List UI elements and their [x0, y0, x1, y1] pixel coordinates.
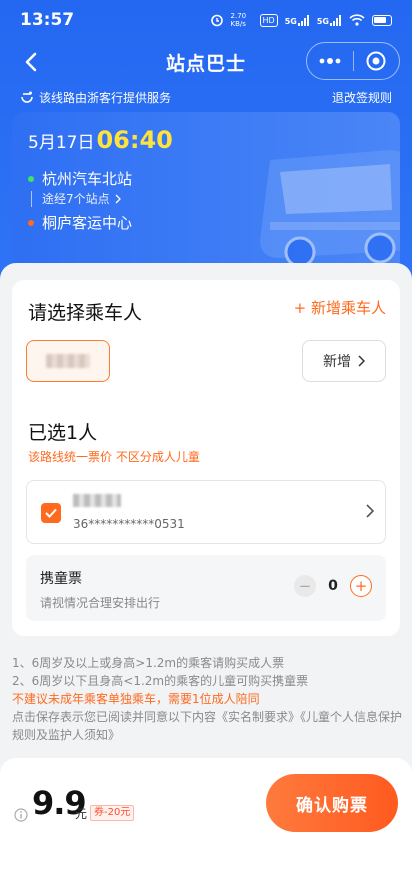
- chevron-right-icon: [366, 504, 375, 518]
- more-button[interactable]: [307, 43, 353, 79]
- decrement-button[interactable]: −: [294, 575, 316, 597]
- real-name-link[interactable]: 《实名制要求》: [216, 710, 300, 724]
- price-unit: 元: [75, 807, 88, 821]
- signal-5g-1: 5G: [284, 14, 310, 26]
- new-button-label: 新增: [323, 354, 351, 370]
- coupon-badge: 券-20元: [90, 805, 135, 821]
- chevron-right-icon: [115, 194, 121, 203]
- net-speed: 2.70 KB/s: [230, 12, 247, 28]
- target-icon: [366, 51, 386, 71]
- status-bar: 13:57 2.70 KB/s HD 5G 5G: [0, 0, 412, 40]
- via-stops[interactable]: 途经7个站点: [28, 190, 123, 207]
- provider-row: 该线路由浙客行提供服务 退改签规则: [0, 86, 412, 108]
- child-ticket-subtitle: 请视情况合理安排出行: [40, 596, 161, 610]
- trip-time: 06:40: [96, 126, 173, 154]
- more-dots-icon: [319, 58, 341, 64]
- passenger-panel: 请选择乘车人 + 新增乘车人 新增 已选1人 该路线统一票价 不区分成人儿童 3…: [12, 280, 400, 636]
- child-ticket-card: 携童票 请视情况合理安排出行 − 0 +: [26, 555, 386, 621]
- signal-bars-icon: [297, 14, 309, 26]
- child-ticket-count: 0: [328, 578, 338, 594]
- trip-datetime: 5月17日06:40: [28, 126, 173, 154]
- trip-card: 5月17日06:40 杭州汽车北站 途经7个站点 桐庐客运中心: [12, 112, 400, 272]
- passenger-name-blurred: [73, 494, 121, 507]
- selected-section-title: 已选1人: [28, 422, 98, 444]
- confirm-purchase-button[interactable]: 确认购票: [266, 774, 398, 832]
- agreement-prefix: 点击保存表示您已阅读并同意以下内容: [12, 710, 217, 724]
- trip-date: 5月17日: [28, 133, 95, 153]
- battery-icon: [372, 14, 392, 26]
- child-ticket-stepper: − 0 +: [294, 575, 372, 597]
- signal-label-1: 5G: [284, 16, 297, 26]
- signal-label-2: 5G: [316, 16, 329, 26]
- increment-button[interactable]: +: [350, 575, 372, 597]
- selected-passenger-card[interactable]: 36***********0531: [26, 480, 386, 544]
- chevron-right-icon: [358, 355, 365, 367]
- refund-rules-link[interactable]: 退改签规则: [332, 89, 392, 106]
- agreement-text: 点击保存表示您已阅读并同意以下内容《实名制要求》《儿童个人信息保护规则及监护人须…: [12, 708, 404, 744]
- destination-name: 桐庐客运中心: [42, 214, 133, 232]
- destination-stop: 桐庐客运中心: [28, 212, 132, 233]
- route-line: [31, 190, 32, 207]
- checkbox-checked[interactable]: [41, 503, 61, 523]
- origin-stop: 杭州汽车北站: [28, 168, 132, 189]
- nav-bar: 站点巴士: [0, 40, 412, 84]
- via-label: 途经7个站点: [42, 192, 110, 206]
- rule-line-1: 1、6周岁及以上或身高>1.2m的乘客请购买成人票: [12, 656, 285, 670]
- rule-warning: 不建议未成年乘客单独乘车，需要1位成人陪同: [12, 692, 260, 706]
- signal-5g-2: 5G: [316, 14, 342, 26]
- signal-bars-icon: [330, 14, 341, 26]
- check-icon: [45, 508, 57, 518]
- passenger-id: 36***********0531: [73, 517, 185, 531]
- wifi-icon: [349, 14, 365, 26]
- status-time: 13:57: [20, 10, 75, 30]
- alarm-icon: [210, 14, 223, 27]
- close-miniapp-button[interactable]: [354, 43, 400, 79]
- rule-line-2: 2、6周岁以下且身高<1.2m的乘客的儿童可购买携童票: [12, 674, 309, 688]
- price-policy-note: 该路线统一票价 不区分成人儿童: [28, 450, 200, 464]
- miniapp-capsule: [306, 42, 400, 80]
- bottom-bar: 9.9 元 券-20元 确认购票: [0, 758, 412, 871]
- status-icons: 2.70 KB/s HD 5G 5G: [210, 12, 392, 28]
- origin-name: 杭州汽车北站: [42, 170, 133, 188]
- passenger-name-blurred: [46, 354, 90, 368]
- info-icon[interactable]: [14, 808, 28, 822]
- hd-badge: HD: [259, 13, 278, 27]
- provider-text: 该线路由浙客行提供服务: [39, 90, 172, 105]
- add-passenger-link[interactable]: + 新增乘车人: [294, 297, 386, 318]
- origin-dot: [28, 175, 34, 182]
- new-passenger-button[interactable]: 新增: [302, 340, 386, 382]
- passenger-section-title: 请选择乘车人: [28, 302, 143, 324]
- passenger-chip[interactable]: [26, 340, 110, 382]
- provider-logo-icon: [21, 91, 33, 103]
- ticket-rules: 1、6周岁及以上或身高>1.2m的乘客请购买成人票 2、6周岁以下且身高<1.2…: [12, 654, 404, 744]
- bus-illustration-icon: [260, 150, 400, 268]
- child-ticket-title: 携童票: [40, 571, 82, 587]
- destination-dot: [28, 219, 34, 226]
